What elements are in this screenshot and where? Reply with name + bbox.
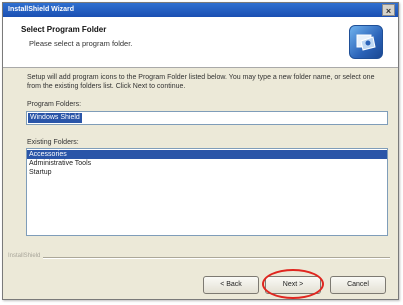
page-subtitle: Please select a program folder. [29, 39, 133, 48]
existing-folders-label: Existing Folders: [27, 139, 79, 146]
program-folder-value: Windows Shield [28, 113, 82, 123]
title-bar: InstallShield Wizard × [3, 3, 398, 17]
program-folder-label: Program Folders: [27, 101, 82, 108]
wizard-header: Select Program Folder Please select a pr… [3, 17, 398, 68]
list-item[interactable]: Accessories [27, 150, 387, 159]
installshield-brand-text: InstallShield [8, 253, 41, 259]
cancel-button[interactable]: Cancel [330, 276, 386, 294]
back-button[interactable]: < Back [203, 276, 259, 294]
close-icon[interactable]: × [382, 4, 395, 16]
installshield-logo-icon [349, 25, 383, 59]
next-button-highlight-circle [262, 269, 324, 299]
list-item[interactable]: Startup [27, 168, 387, 177]
footer-divider [43, 257, 390, 259]
existing-folders-list[interactable]: Accessories Administrative Tools Startup [26, 148, 388, 236]
installer-window: InstallShield Wizard × Select Program Fo… [2, 2, 399, 300]
window-title: InstallShield Wizard [8, 6, 75, 13]
list-item[interactable]: Administrative Tools [27, 159, 387, 168]
program-folder-input[interactable]: Windows Shield [26, 111, 388, 125]
instructions-text: Setup will add program icons to the Prog… [27, 74, 375, 90]
page-title: Select Program Folder [21, 25, 107, 34]
